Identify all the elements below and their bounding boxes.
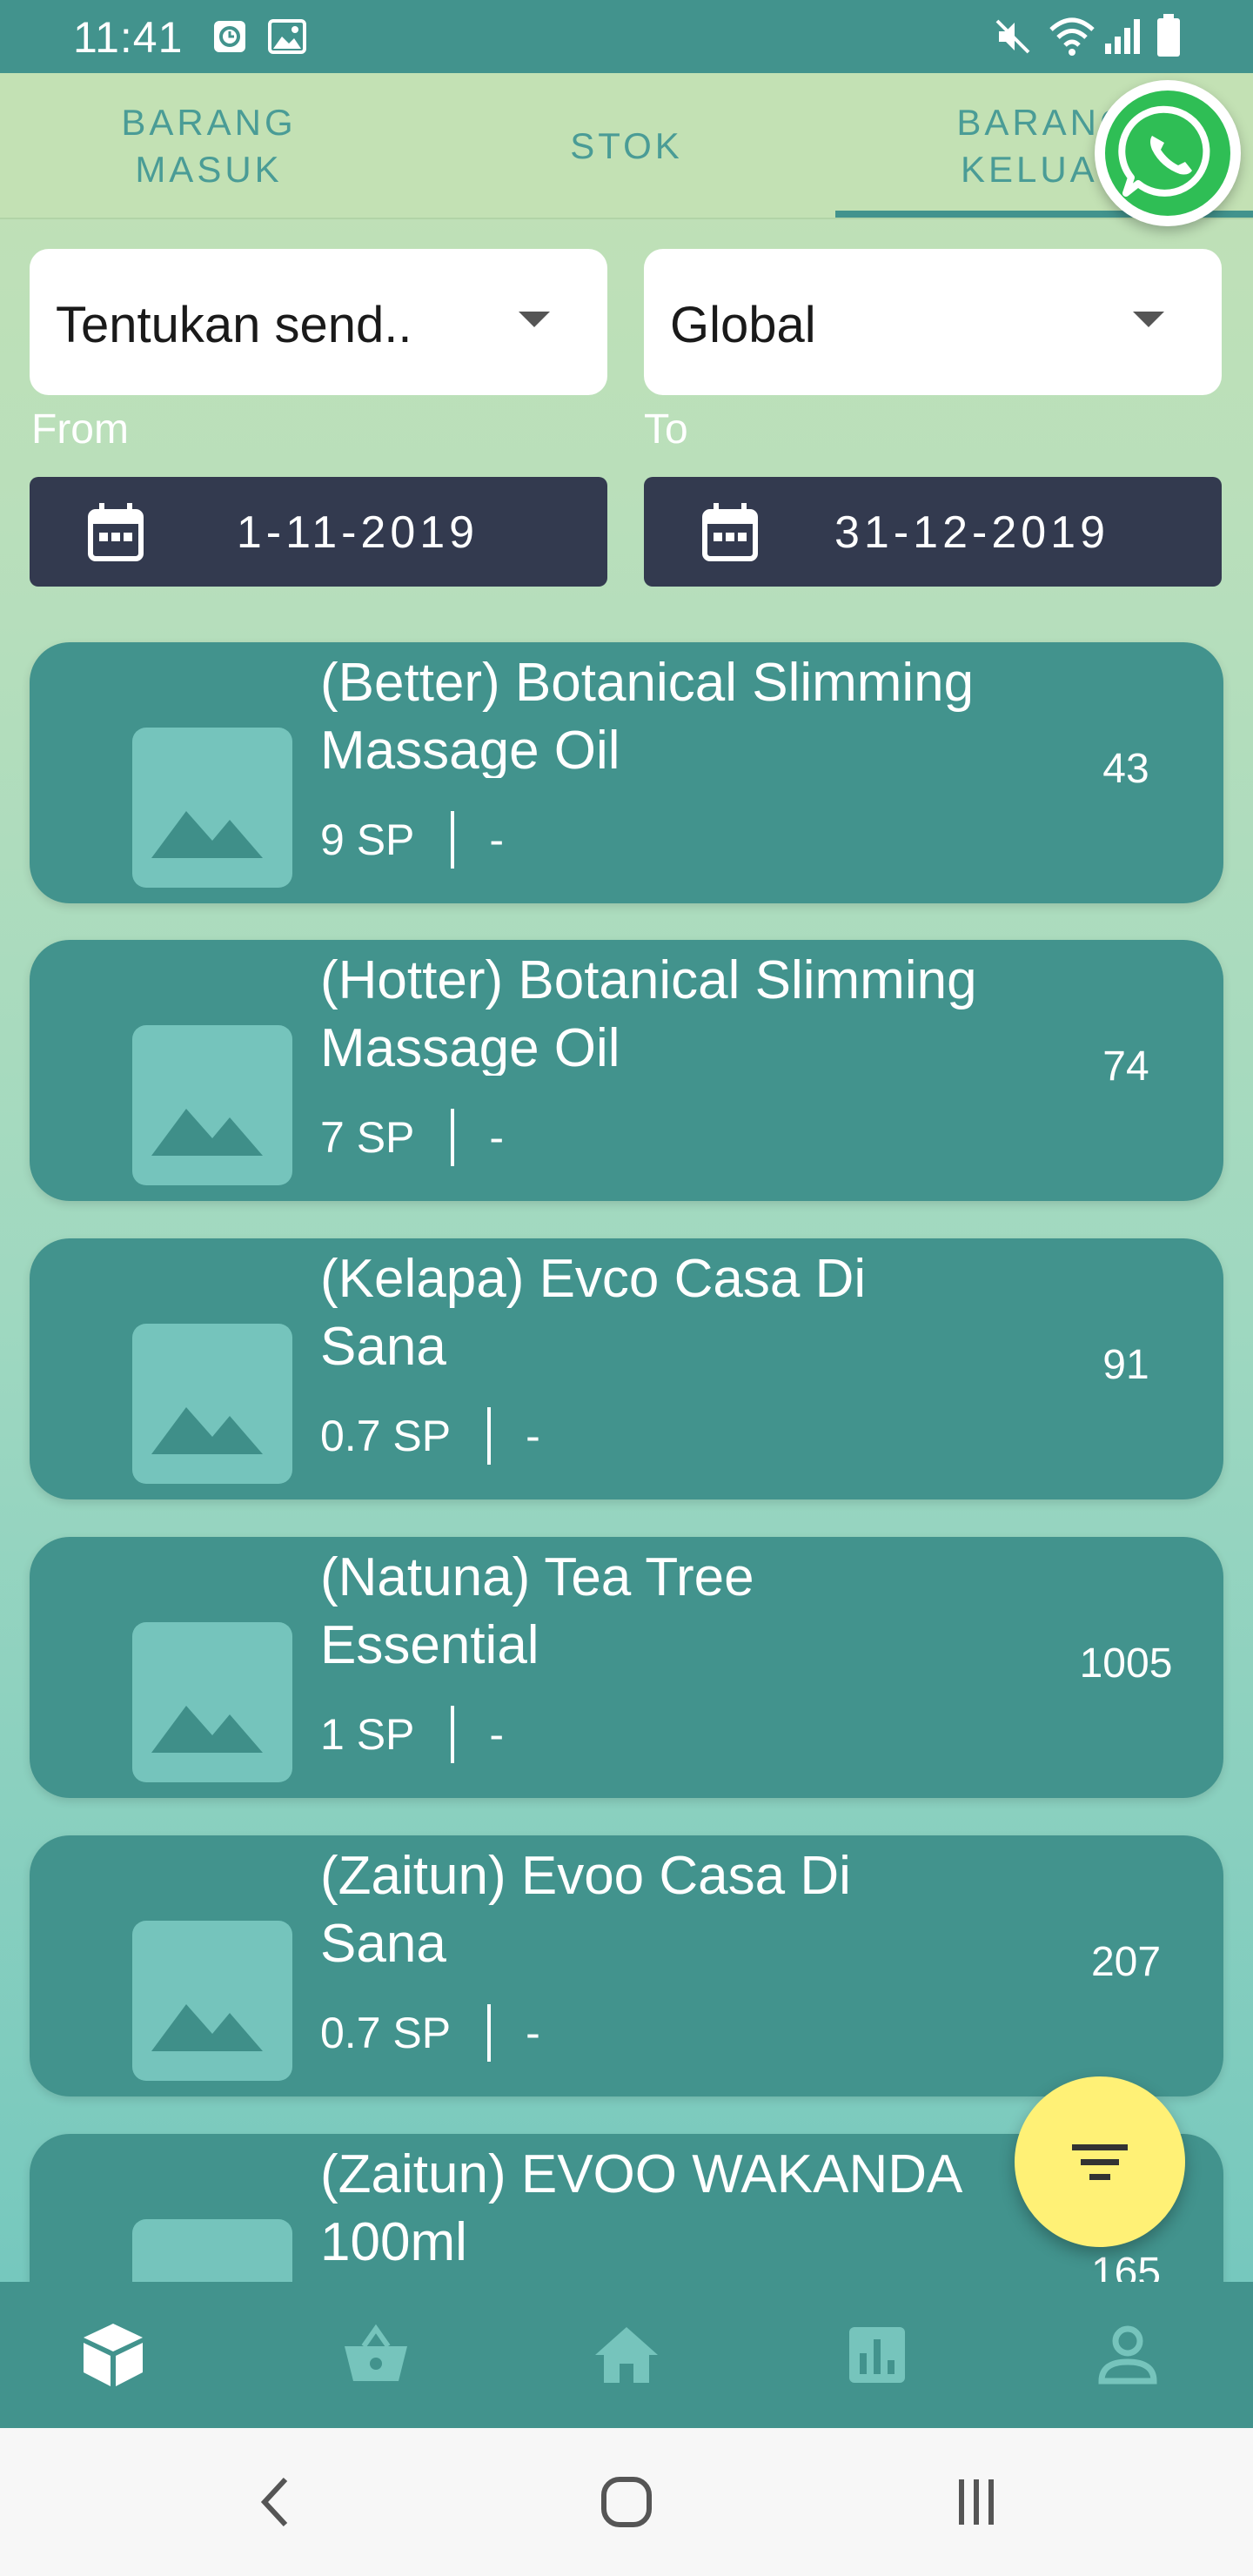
tab-bar: BARANG MASUK STOK BARANG KELUAR (0, 73, 1253, 219)
product-name: (Natuna) Tea Tree Essential (320, 1547, 754, 1673)
home-icon (595, 2327, 658, 2383)
product-meta: 0.7 SP - (320, 2004, 540, 2062)
person-icon (1098, 2325, 1157, 2385)
nav-item-orders[interactable] (251, 2282, 501, 2428)
product-thumbnail (54, 1273, 292, 1493)
tab-label: STOK (570, 125, 683, 166)
scope-dropdown[interactable]: Global (644, 249, 1222, 395)
meta-divider (451, 1706, 455, 1763)
tab-label: BARANG MASUK (121, 102, 297, 190)
to-date-button[interactable]: 31-12-2019 (644, 477, 1222, 587)
meta-divider (487, 2004, 492, 2062)
product-name: (Better) Botanical Slimming Massage Oil (320, 653, 975, 778)
to-date-value: 31-12-2019 (834, 507, 1109, 558)
product-card[interactable]: (Kelapa) Evco Casa Di Sana 0.7 SP - 91 (30, 1238, 1223, 1499)
image-placeholder-icon (151, 1109, 263, 1156)
tab-stok[interactable]: STOK (418, 73, 835, 219)
image-placeholder-icon (151, 811, 263, 858)
chevron-down-icon (1133, 312, 1164, 327)
product-quantity: 43 (1102, 746, 1149, 792)
whatsapp-button[interactable] (1095, 80, 1241, 226)
from-date-button[interactable]: 1-11-2019 (30, 477, 607, 587)
product-note: - (526, 1412, 540, 1460)
system-recents-button[interactable] (907, 2428, 1046, 2576)
signal-icon (1105, 19, 1140, 54)
chevron-down-icon (519, 312, 550, 327)
nav-item-home[interactable] (501, 2282, 752, 2428)
nav-item-profile[interactable] (1002, 2282, 1253, 2428)
product-meta: 0.7 SP - (320, 1407, 540, 1465)
product-price: 1 SP (320, 1710, 415, 1759)
back-icon (260, 2477, 288, 2527)
product-thumbnail (54, 1572, 292, 1791)
status-bar: 11:41 (0, 0, 1253, 73)
product-name: (Zaitun) Evoo Casa Di Sana (320, 1846, 851, 1971)
product-card[interactable]: (Hotter) Botanical Slimming Massage Oil … (30, 940, 1223, 1201)
whatsapp-icon (1105, 91, 1230, 216)
system-back-button[interactable] (207, 2428, 346, 2576)
battery-icon (1157, 14, 1180, 57)
product-meta: 7 SP - (320, 1109, 504, 1166)
product-quantity: 1005 (1079, 1640, 1173, 1687)
product-meta: 1 SP - (320, 1706, 504, 1763)
from-date-value: 1-11-2019 (236, 507, 479, 558)
wifi-icon (1049, 17, 1095, 56)
to-label: To (644, 406, 688, 453)
product-name: (Zaitun) EVOO WAKANDA 100ml (320, 2144, 960, 2270)
filter-icon (1072, 2144, 1128, 2180)
filter-fab-button[interactable] (1015, 2076, 1185, 2247)
product-card[interactable]: (Better) Botanical Slimming Massage Oil … (30, 642, 1223, 903)
product-note: - (489, 1710, 505, 1759)
meta-divider (487, 1407, 492, 1465)
from-label: From (31, 406, 129, 453)
product-price: 0.7 SP (320, 1412, 452, 1460)
product-meta: 9 SP - (320, 811, 504, 869)
product-name: (Kelapa) Evco Casa Di Sana (320, 1249, 867, 1374)
bottom-navigation (0, 2282, 1253, 2428)
box-icon (84, 2324, 143, 2386)
app-screen: 11:41 BARANG MASUK STOK BARANG KELUAR Te… (0, 0, 1253, 2576)
meta-divider (451, 1109, 455, 1166)
product-quantity: 91 (1102, 1342, 1149, 1388)
product-price: 7 SP (320, 1113, 415, 1162)
product-quantity: 74 (1102, 1043, 1149, 1090)
chart-icon (849, 2327, 905, 2383)
product-note: - (489, 815, 505, 864)
nav-item-reports[interactable] (752, 2282, 1002, 2428)
tab-barang-masuk[interactable]: BARANG MASUK (0, 73, 418, 219)
basket-icon (345, 2324, 407, 2381)
sender-dropdown[interactable]: Tentukan send.. (30, 249, 607, 395)
image-notification-icon (268, 19, 306, 54)
clock-notification-icon (214, 21, 245, 52)
sender-dropdown-value: Tentukan send.. (56, 297, 412, 353)
product-quantity: 207 (1090, 1939, 1162, 1985)
product-note: - (526, 2009, 540, 2057)
nav-item-products[interactable] (0, 2282, 251, 2428)
product-thumbnail (54, 975, 292, 1194)
product-thumbnail (54, 677, 292, 896)
product-price: 9 SP (320, 815, 415, 864)
home-circle-icon (601, 2477, 652, 2527)
scope-dropdown-value: Global (670, 297, 816, 353)
meta-divider (451, 811, 455, 869)
system-navigation-bar (0, 2428, 1253, 2576)
product-card[interactable]: (Zaitun) Evoo Casa Di Sana 0.7 SP - 207 (30, 1835, 1223, 2096)
image-placeholder-icon (151, 1706, 263, 1753)
status-time: 11:41 (73, 13, 184, 62)
product-card[interactable]: (Natuna) Tea Tree Essential 1 SP - 1005 (30, 1537, 1223, 1798)
product-name: (Hotter) Botanical Slimming Massage Oil (320, 950, 977, 1076)
product-price: 0.7 SP (320, 2009, 452, 2057)
image-placeholder-icon (151, 2004, 263, 2051)
mute-icon (995, 19, 1030, 54)
image-placeholder-icon (151, 1407, 263, 1454)
recents-icon (959, 2479, 994, 2525)
product-thumbnail (54, 1870, 292, 2090)
product-note: - (489, 1113, 505, 1162)
system-home-button[interactable] (557, 2428, 696, 2576)
